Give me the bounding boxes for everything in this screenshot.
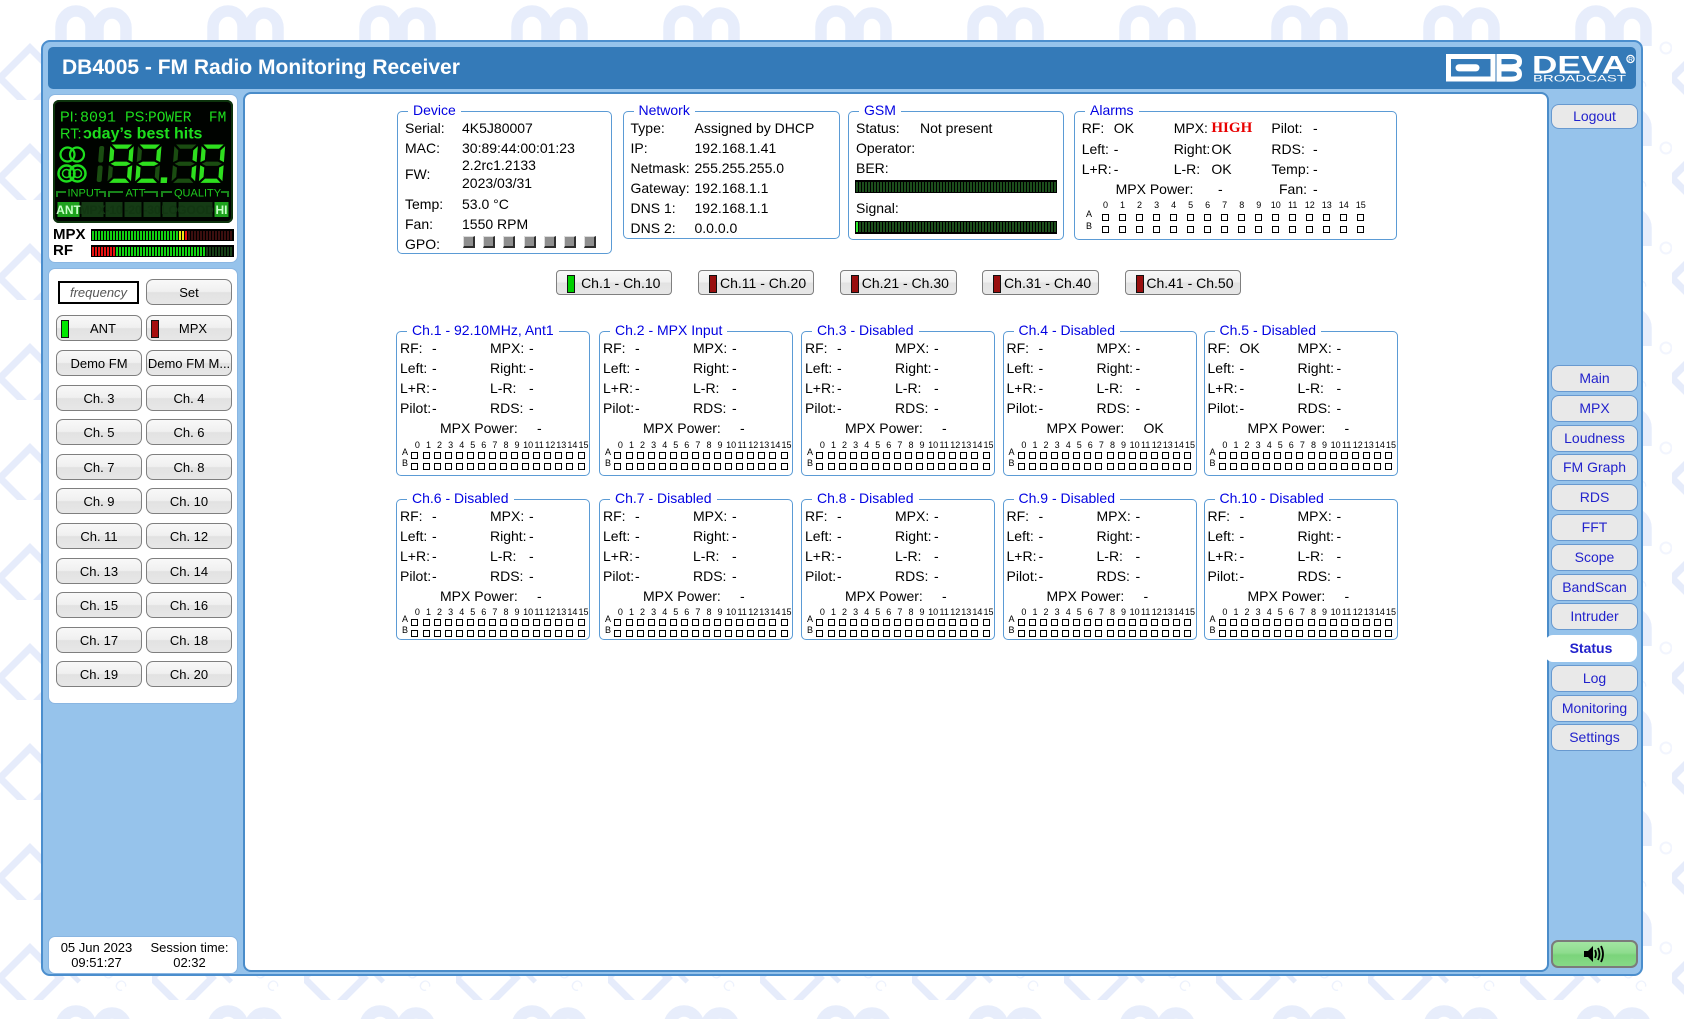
- svg-text:POWER FM: POWER FM: [148, 111, 226, 127]
- svg-text:PS:: PS:: [125, 110, 148, 126]
- svg-text:MPX: MPX: [79, 203, 105, 217]
- svg-text:GOOD: GOOD: [177, 203, 214, 217]
- svg-text:-20: -20: [124, 203, 142, 217]
- svg-text:RT:: RT:: [60, 127, 82, 143]
- svg-text:HI: HI: [216, 203, 228, 217]
- svg-text:8091: 8091: [80, 110, 116, 127]
- svg-text:BROADCAST: BROADCAST: [1533, 74, 1627, 83]
- svg-text:-30: -30: [143, 203, 161, 217]
- svg-text:INPUT: INPUT: [68, 188, 101, 200]
- svg-text:ANT: ANT: [56, 203, 81, 217]
- svg-text:QUALITY: QUALITY: [174, 188, 222, 200]
- svg-text:PI:: PI:: [60, 110, 78, 126]
- svg-text:R: R: [1628, 57, 1633, 64]
- svg-text:LO: LO: [161, 203, 178, 217]
- svg-text:-10: -10: [105, 203, 123, 217]
- svg-text:ATT: ATT: [126, 188, 146, 200]
- svg-text:ɔday’s best hits: ɔday’s best hits: [83, 126, 203, 143]
